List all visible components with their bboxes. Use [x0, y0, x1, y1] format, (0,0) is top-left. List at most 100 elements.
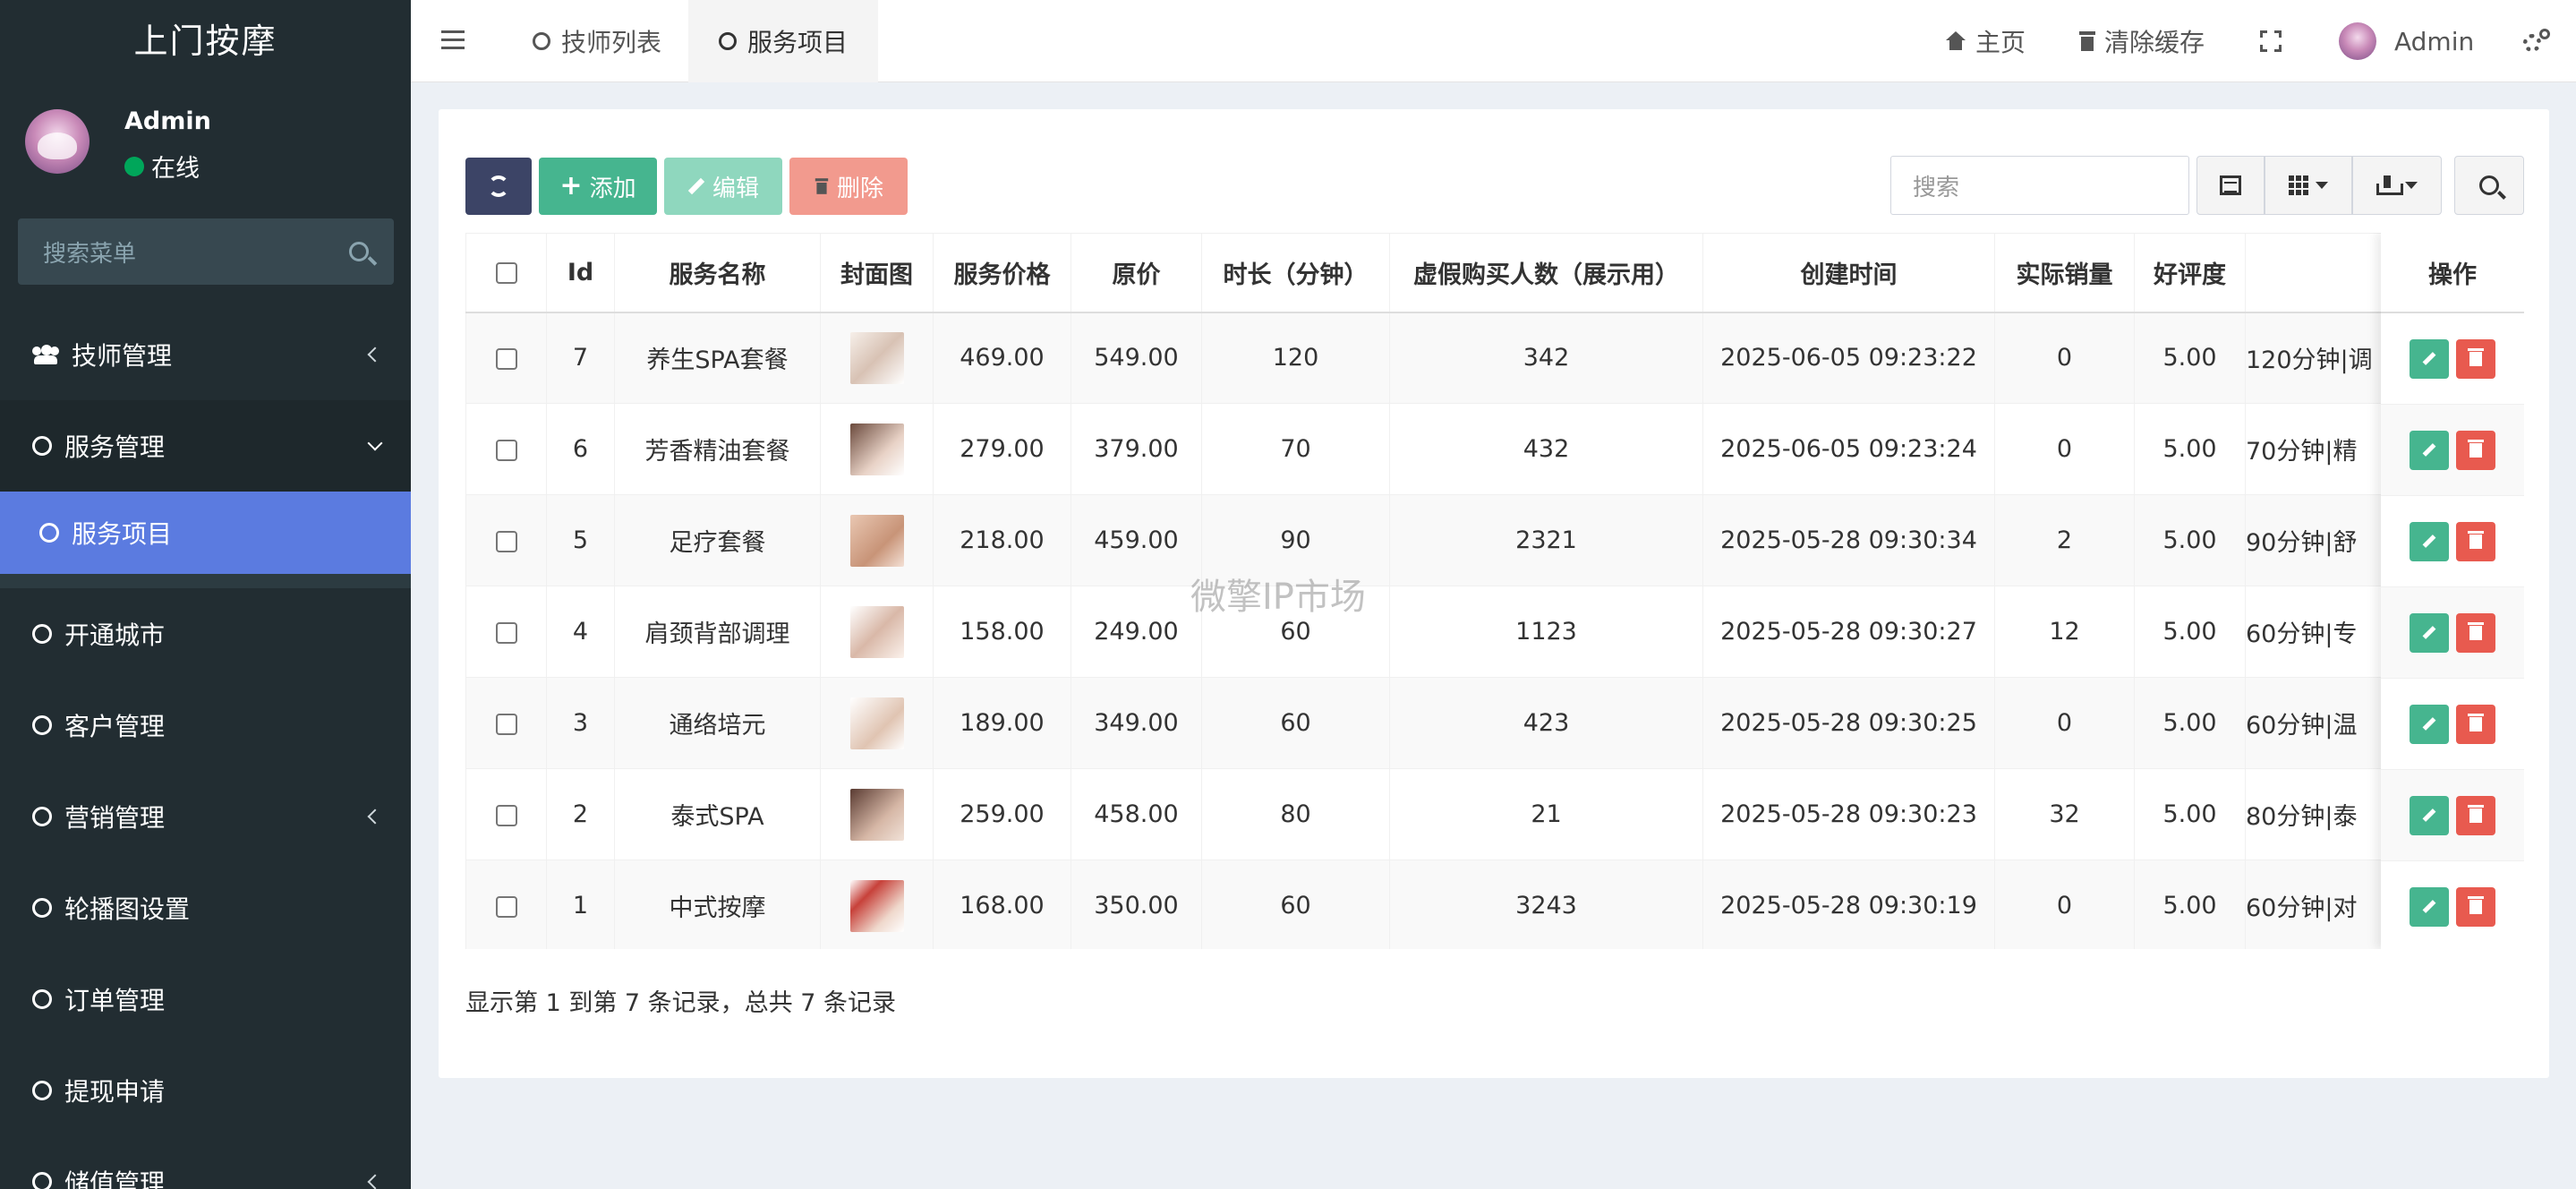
cover-image[interactable] [849, 697, 904, 749]
row-checkbox[interactable] [495, 713, 517, 735]
column-header[interactable]: 实际销量 [1994, 233, 2135, 313]
cover-image[interactable] [849, 879, 904, 932]
row-checkbox[interactable] [495, 530, 517, 552]
sidebar-item-marketing[interactable]: 营销管理 [0, 771, 411, 862]
column-header[interactable]: 封面图 [820, 233, 934, 313]
edit-button[interactable]: 编辑 [664, 158, 782, 215]
row-edit-button[interactable] [2410, 886, 2449, 927]
row-delete-button[interactable] [2456, 704, 2495, 744]
admin-menu[interactable]: Admin [2339, 0, 2474, 82]
row-delete-button[interactable] [2456, 521, 2495, 561]
row-edit-button[interactable] [2410, 430, 2449, 470]
column-header[interactable]: 虚假购买人数（展示用） [1389, 233, 1703, 313]
settings-button[interactable] [2523, 0, 2550, 82]
search-button[interactable] [2454, 156, 2524, 215]
chevron-down-icon [367, 435, 383, 451]
sidebar-item-stored-value[interactable]: 储值管理 [0, 1136, 411, 1189]
row-delete-button[interactable] [2456, 430, 2495, 470]
row-delete-button[interactable] [2456, 886, 2495, 927]
export-button[interactable] [2352, 156, 2442, 215]
sidebar-search-input[interactable]: 搜索菜单 [18, 218, 394, 285]
cell-dur: 120 [1201, 312, 1390, 404]
trash-icon [815, 178, 829, 194]
table-row[interactable]: 1 中式按摩 168.00 350.00 60 3243 2025-05-28 09:30:… [465, 860, 2400, 949]
fullscreen-button[interactable] [2260, 0, 2282, 82]
cell-orig: 379.00 [1070, 403, 1202, 495]
row-checkbox[interactable] [495, 804, 517, 826]
table-search-input[interactable]: 搜索 [1890, 156, 2189, 215]
cover-image[interactable] [849, 788, 904, 841]
sidebar-item-banner[interactable]: 轮播图设置 [0, 862, 411, 954]
sidebar-item-cities[interactable]: 开通城市 [0, 588, 411, 680]
row-checkbox[interactable] [495, 439, 517, 461]
sidebar-item-service-items[interactable]: 服务项目 [0, 492, 411, 574]
admin-label: Admin [2394, 26, 2475, 56]
cell-desc: 90分钟|舒 [2245, 494, 2400, 586]
column-header[interactable]: 服务价格 [933, 233, 1071, 313]
menu-toggle-icon[interactable] [441, 30, 465, 50]
sidebar-item-withdraw[interactable]: 提现申请 [0, 1045, 411, 1136]
cell-id: 2 [546, 768, 615, 860]
cell-time: 2025-06-05 09:23:22 [1702, 312, 1995, 404]
cell-name: 肩颈背部调理 [614, 586, 821, 678]
cell-sales: 32 [1994, 768, 2135, 860]
operations-column: 操作 [2381, 233, 2524, 949]
cover-image[interactable] [849, 331, 904, 384]
columns-button[interactable] [2265, 156, 2352, 215]
column-header[interactable]: 原价 [1070, 233, 1202, 313]
sidebar-item-orders[interactable]: 订单管理 [0, 954, 411, 1045]
row-edit-button[interactable] [2410, 338, 2449, 379]
row-delete-button[interactable] [2456, 338, 2495, 379]
tab-service-items[interactable]: 服务项目 [688, 0, 879, 82]
row-edit-button[interactable] [2410, 612, 2449, 653]
cell-price: 259.00 [933, 768, 1071, 860]
cell-desc: 80分钟|泰 [2245, 768, 2400, 860]
cover-image[interactable] [849, 605, 904, 658]
sidebar-item-label: 服务项目 [72, 519, 173, 549]
refresh-button[interactable] [465, 158, 532, 215]
cell-sales: 0 [1994, 403, 2135, 495]
sidebar-item-technician[interactable]: 技师管理 [0, 309, 411, 400]
cell-desc: 60分钟|专 [2245, 586, 2400, 678]
circle-icon [32, 715, 52, 735]
user-avatar[interactable] [25, 109, 90, 174]
table-row[interactable]: 5 足疗套餐 218.00 459.00 90 2321 2025-05-28 09:30:… [465, 494, 2400, 586]
toggle-view-button[interactable] [2196, 156, 2265, 215]
column-header[interactable]: 时长（分钟） [1201, 233, 1390, 313]
clear-cache-link[interactable]: 清除缓存 [2079, 0, 2205, 82]
cell-time: 2025-05-28 09:30:19 [1702, 860, 1995, 949]
home-link[interactable]: 主页 [1945, 0, 2026, 82]
row-checkbox[interactable] [495, 621, 517, 644]
export-icon [2376, 175, 2403, 195]
row-edit-button[interactable] [2410, 795, 2449, 835]
search-icon[interactable] [349, 242, 369, 261]
tab-label: 技师列表 [561, 28, 662, 57]
select-all-checkbox[interactable] [495, 262, 517, 285]
sidebar-item-service[interactable]: 服务管理 [0, 400, 411, 492]
column-header[interactable]: 创建时间 [1702, 233, 1995, 313]
table-row[interactable]: 4 肩颈背部调理 158.00 249.00 60 1123 2025-05-28 09:3… [465, 586, 2400, 678]
row-checkbox[interactable] [495, 895, 517, 918]
tab-technician-list[interactable]: 技师列表 [502, 0, 692, 82]
cell-dur: 60 [1201, 860, 1390, 949]
table-row[interactable]: 7 养生SPA套餐 469.00 549.00 120 342 2025-06-05 09:… [465, 312, 2400, 404]
delete-button[interactable]: 删除 [789, 158, 908, 215]
cover-image[interactable] [849, 423, 904, 475]
add-button[interactable]: + 添加 [539, 158, 657, 215]
table-row[interactable]: 2 泰式SPA 259.00 458.00 80 21 2025-05-28 09:30:2… [465, 768, 2400, 860]
sidebar-item-customers[interactable]: 客户管理 [0, 680, 411, 771]
column-header[interactable]: 服务名称 [614, 233, 821, 313]
row-delete-button[interactable] [2456, 612, 2495, 653]
column-header[interactable]: Id [546, 233, 615, 313]
row-delete-button[interactable] [2456, 795, 2495, 835]
user-status-label: 在线 [151, 155, 200, 183]
cover-image[interactable] [849, 514, 904, 567]
column-header[interactable]: 好评度 [2134, 233, 2246, 313]
row-checkbox[interactable] [495, 347, 517, 370]
user-status: 在线 [124, 149, 200, 184]
table-row[interactable]: 6 芳香精油套餐 279.00 379.00 70 432 2025-06-05 09:23… [465, 403, 2400, 495]
cell-desc: 120分钟|调 [2245, 312, 2400, 404]
table-row[interactable]: 3 通络培元 189.00 349.00 60 423 2025-05-28 09:30:2… [465, 677, 2400, 769]
row-edit-button[interactable] [2410, 521, 2449, 561]
row-edit-button[interactable] [2410, 704, 2449, 744]
